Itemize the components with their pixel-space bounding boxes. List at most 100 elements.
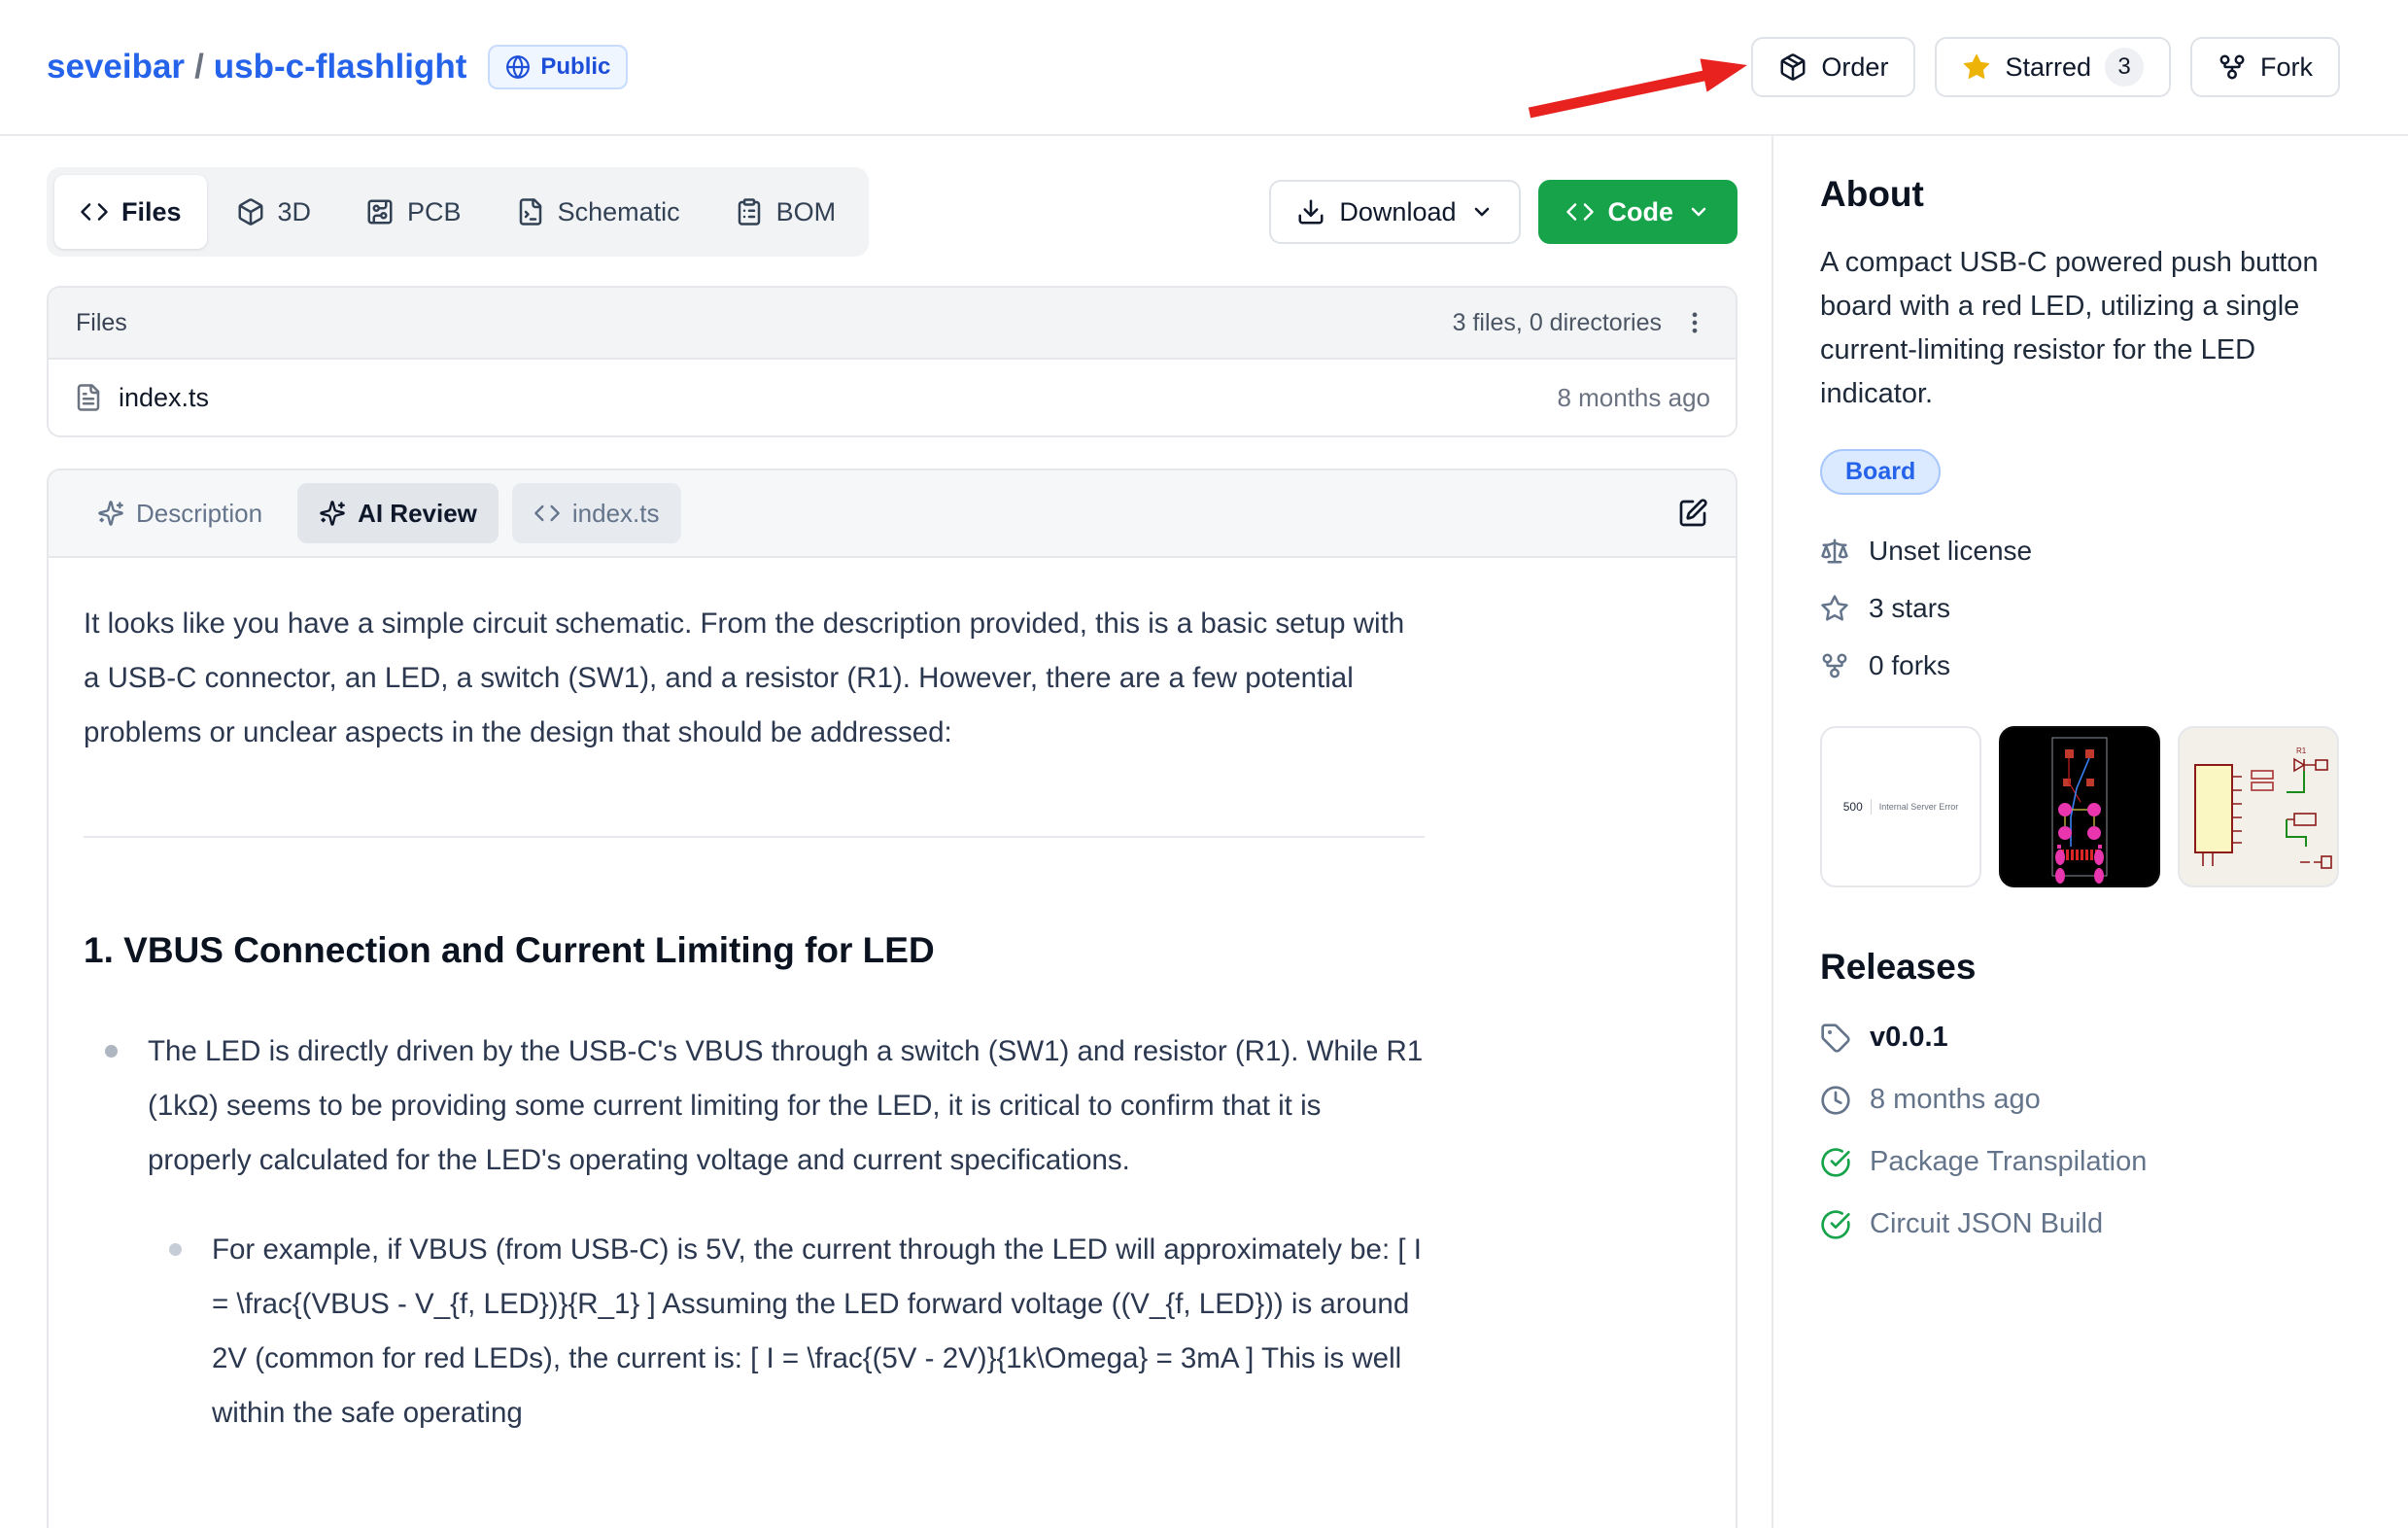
tab-description[interactable]: Description — [76, 483, 284, 543]
tab-3d[interactable]: 3D — [211, 175, 337, 249]
ai-review-content: It looks like you have a simple circuit … — [49, 558, 1460, 1441]
review-intro-paragraph: It looks like you have a simple circuit … — [84, 597, 1425, 760]
visibility-badge: Public — [488, 45, 628, 89]
sparkles-icon — [319, 500, 346, 527]
schematic-preview-image: R1 — [2180, 728, 2337, 886]
release-version-label: v0.0.1 — [1870, 1022, 1948, 1054]
order-button[interactable]: Order — [1751, 37, 1915, 97]
tab-bom-label: BOM — [776, 197, 837, 227]
tab-files-label: Files — [121, 197, 182, 227]
clock-icon — [1820, 1085, 1851, 1116]
file-terminal-icon — [516, 197, 545, 226]
breadcrumb-separator: / — [194, 48, 204, 87]
tab-files[interactable]: Files — [54, 175, 207, 249]
release-check-circuit-json: Circuit JSON Build — [1820, 1208, 2361, 1240]
tab-description-label: Description — [136, 499, 262, 529]
release-version[interactable]: v0.0.1 — [1820, 1022, 2361, 1054]
code-button[interactable]: Code — [1538, 180, 1738, 244]
git-fork-icon — [2218, 52, 2247, 82]
forks-label: 0 forks — [1869, 650, 1950, 681]
preview-thumbnails: 500 Internal Server Error — [1820, 726, 2361, 887]
repository-page: seveibar / usb-c-flashlight Public Order… — [0, 0, 2408, 1528]
stars-meta[interactable]: 3 stars — [1820, 593, 2361, 624]
repo-header: seveibar / usb-c-flashlight Public Order… — [0, 0, 2408, 136]
chevron-down-icon — [1470, 200, 1494, 224]
tab-ai-review[interactable]: AI Review — [297, 483, 499, 543]
download-button-label: Download — [1339, 197, 1456, 227]
review-card-header: Description AI Review index.ts — [49, 470, 1736, 558]
cube-icon — [236, 197, 265, 226]
repo-title: seveibar / usb-c-flashlight Public — [47, 45, 628, 89]
sidebar: About A compact USB-C powered push butto… — [1772, 136, 2408, 1528]
list-item: For example, if VBUS (from USB-C) is 5V,… — [148, 1223, 1425, 1441]
git-fork-icon — [1820, 651, 1849, 680]
view-tabs: Files 3D PCB Schematic — [47, 167, 869, 257]
topic-tag-board[interactable]: Board — [1820, 449, 1941, 495]
fork-button-label: Fork — [2260, 52, 2313, 83]
code-icon — [1565, 197, 1595, 226]
tab-ai-review-label: AI Review — [358, 499, 477, 529]
license-label: Unset license — [1869, 536, 2032, 567]
svg-text:R1: R1 — [2296, 747, 2307, 755]
file-row[interactable]: index.ts 8 months ago — [49, 360, 1736, 435]
files-card-summary-group: 3 files, 0 directories — [1453, 309, 1708, 337]
error-divider — [1871, 799, 1872, 815]
error-code: 500 — [1843, 800, 1863, 814]
forks-meta[interactable]: 0 forks — [1820, 650, 2361, 681]
sparkles-icon — [97, 500, 124, 527]
kebab-menu-icon[interactable] — [1681, 309, 1708, 336]
view-toolbar: Files 3D PCB Schematic — [47, 167, 1737, 257]
thumbnail-schematic-preview[interactable]: R1 — [2178, 726, 2339, 887]
check-circle-icon — [1820, 1209, 1851, 1240]
releases-title: Releases — [1820, 948, 2361, 987]
content-divider — [84, 836, 1425, 838]
file-updated: 8 months ago — [1557, 383, 1710, 413]
release-age-label: 8 months ago — [1870, 1084, 2041, 1116]
file-name: index.ts — [119, 383, 209, 413]
code-button-label: Code — [1608, 197, 1674, 227]
starred-button[interactable]: Starred 3 — [1935, 37, 2171, 97]
about-title: About — [1820, 175, 2361, 214]
repo-name-link[interactable]: usb-c-flashlight — [214, 48, 467, 87]
star-icon — [1962, 52, 1991, 82]
tab-bom[interactable]: BOM — [709, 175, 862, 249]
review-bullet-list: The LED is directly driven by the USB-C'… — [84, 1024, 1425, 1441]
toolbar-actions: Download Code — [1269, 180, 1737, 244]
release-check-transpilation: Package Transpilation — [1820, 1146, 2361, 1178]
bullet-text: The LED is directly driven by the USB-C'… — [148, 1035, 1423, 1176]
files-card-header: Files 3 files, 0 directories — [49, 288, 1736, 360]
repo-action-buttons: Order Starred 3 Fork — [1751, 37, 2340, 97]
repo-meta-list: Unset license 3 stars 0 forks — [1820, 536, 2361, 681]
order-button-label: Order — [1821, 52, 1888, 83]
tag-icon — [1820, 1023, 1851, 1054]
tab-pcb[interactable]: PCB — [340, 175, 487, 249]
tab-index-ts[interactable]: index.ts — [512, 483, 681, 543]
star-count-badge: 3 — [2105, 48, 2144, 87]
visibility-badge-label: Public — [540, 53, 610, 81]
file-icon — [74, 383, 103, 412]
release-check-label: Package Transpilation — [1870, 1146, 2147, 1178]
package-icon — [1778, 52, 1807, 82]
readme-review-card: Description AI Review index.ts I — [47, 469, 1737, 1528]
error-message: Internal Server Error — [1879, 802, 1959, 812]
thumbnail-pcb-preview[interactable] — [1999, 726, 2160, 887]
download-button[interactable]: Download — [1269, 180, 1520, 244]
releases-section: Releases v0.0.1 8 months ago Package Tra… — [1820, 948, 2361, 1240]
chevron-down-icon — [1687, 200, 1710, 224]
globe-icon — [505, 54, 531, 80]
star-outline-icon — [1820, 594, 1849, 623]
repo-owner-link[interactable]: seveibar — [47, 48, 185, 87]
fork-button[interactable]: Fork — [2190, 37, 2340, 97]
tab-schematic[interactable]: Schematic — [491, 175, 705, 249]
edit-button[interactable] — [1677, 498, 1708, 529]
starred-button-label: Starred — [2005, 52, 2091, 83]
release-age: 8 months ago — [1820, 1084, 2361, 1116]
thumbnail-3d-preview[interactable]: 500 Internal Server Error — [1820, 726, 1981, 887]
check-circle-icon — [1820, 1147, 1851, 1178]
annotation-arrow-icon — [1508, 49, 1757, 126]
review-section-heading: 1. VBUS Connection and Current Limiting … — [84, 927, 1425, 974]
main-column: Files 3D PCB Schematic — [47, 136, 1737, 1528]
about-description: A compact USB-C powered push button boar… — [1820, 241, 2361, 416]
release-check-label: Circuit JSON Build — [1870, 1208, 2103, 1240]
tab-index-ts-label: index.ts — [572, 499, 660, 529]
